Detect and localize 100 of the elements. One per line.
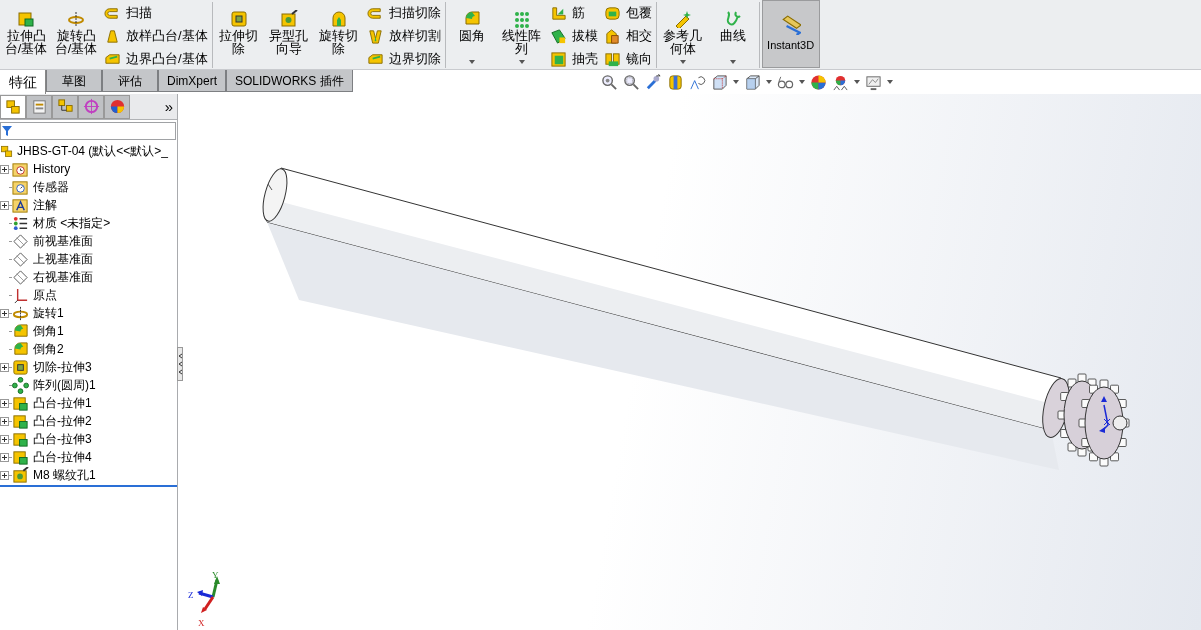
zoom-area-icon[interactable] — [623, 73, 640, 91]
ribbon-button[interactable]: 拉伸凸台/基体 — [2, 2, 50, 68]
expand-toggle[interactable] — [0, 398, 9, 408]
tree-item[interactable]: 材质 <未指定> — [33, 214, 111, 232]
tree-item[interactable]: 旋转1 — [33, 304, 64, 322]
tree-item[interactable]: 凸台-拉伸2 — [33, 412, 92, 430]
expand-toggle[interactable] — [0, 434, 9, 444]
ribbon-button[interactable]: 放样凸台/基体 — [104, 26, 208, 46]
tree-item[interactable]: History — [33, 160, 71, 178]
dynamic-annotation-icon[interactable] — [689, 73, 706, 91]
loft-icon — [104, 27, 121, 45]
monitor-icon[interactable] — [865, 73, 882, 91]
tree-item[interactable]: 传感器 — [33, 178, 69, 196]
ribbon-button[interactable]: 旋转切除 — [314, 2, 363, 68]
gauge-icon — [12, 178, 29, 196]
ribbon-button[interactable]: 镜向 — [603, 49, 652, 69]
ribbon-button[interactable]: 曲线 — [708, 2, 757, 68]
panel-tab[interactable] — [0, 94, 26, 119]
tree-item[interactable]: 上视基准面 — [33, 250, 93, 268]
dropdown-caret-icon — [518, 60, 525, 64]
ribbon-button[interactable]: 相交 — [603, 26, 652, 46]
tree-item[interactable]: 凸台-拉伸4 — [33, 448, 92, 466]
tree-item[interactable]: 前视基准面 — [33, 232, 93, 250]
axis-triad — [197, 576, 220, 613]
box-icon — [549, 50, 567, 68]
tree-item[interactable]: 倒角2 — [33, 340, 64, 358]
command-tab[interactable]: 评估 — [102, 70, 158, 92]
box-icon — [229, 10, 248, 28]
filter-icon — [2, 126, 12, 136]
list-icon — [12, 214, 29, 232]
dropdown-caret-icon — [854, 80, 860, 84]
tree-item[interactable]: 凸台-拉伸3 — [33, 430, 92, 448]
tree-item[interactable]: 原点 — [33, 286, 57, 304]
zoom-fit-icon[interactable] — [601, 73, 618, 91]
expand-toggle[interactable] — [0, 308, 9, 318]
ribbon-button[interactable]: 扫描切除 — [366, 3, 441, 23]
tree-item[interactable]: M8 螺纹孔1 — [33, 466, 96, 484]
tree-item[interactable]: 阵列(圆周)1 — [33, 376, 96, 394]
scene-icon[interactable] — [832, 73, 849, 91]
dots-grid-icon — [512, 10, 531, 28]
tree-root[interactable]: JHBS-GT-04 (默认<<默认>_ — [17, 142, 169, 160]
box-icon — [12, 394, 29, 412]
plane-icon — [12, 250, 29, 268]
ribbon-button[interactable]: 圆角 — [447, 2, 496, 68]
view-orientation-icon[interactable] — [711, 73, 728, 91]
origin-icon — [12, 286, 29, 304]
ribbon-button[interactable]: 边界切除 — [366, 49, 441, 69]
tree-item[interactable]: 切除-拉伸3 — [33, 358, 92, 376]
panel-tab[interactable] — [78, 94, 104, 119]
ribbon-button[interactable]: 抽壳 — [549, 49, 598, 69]
draft-icon — [549, 27, 567, 45]
reference-icon — [673, 10, 692, 28]
tree-item[interactable]: 倒角1 — [33, 322, 64, 340]
fillet-icon — [12, 322, 29, 340]
panel-tab[interactable] — [26, 94, 52, 119]
loft-icon — [366, 27, 384, 45]
plane-icon — [12, 268, 29, 286]
boxes-icon — [0, 144, 14, 158]
ribbon-button[interactable]: 拔模 — [549, 26, 598, 46]
dropdown-caret-icon — [887, 80, 893, 84]
tree-item[interactable]: 注解 — [33, 196, 57, 214]
dropdown-caret-icon — [733, 80, 739, 84]
boxes-icon — [4, 98, 22, 115]
letter-a-icon — [12, 196, 29, 214]
cube-icon[interactable] — [744, 73, 761, 91]
previous-view-icon[interactable] — [645, 73, 662, 91]
ribbon-button[interactable]: 异型孔向导 — [264, 2, 313, 68]
filter-field[interactable] — [0, 122, 176, 140]
expand-toggle[interactable] — [0, 164, 9, 174]
ribbon-button[interactable]: 扫描 — [104, 3, 208, 23]
section-view-icon[interactable] — [667, 73, 684, 91]
panel-tab[interactable] — [52, 94, 78, 119]
ribbon-button[interactable]: 参考几何体 — [658, 2, 707, 68]
instant3d-button[interactable]: Instant3D — [761, 0, 820, 68]
panel-tab[interactable] — [104, 94, 130, 119]
expand-toggle[interactable] — [0, 416, 9, 426]
expand-toggle[interactable] — [0, 200, 9, 210]
ribbon-button[interactable]: 边界凸台/基体 — [104, 49, 208, 69]
command-tab[interactable]: SOLIDWORKS 插件 — [226, 70, 353, 92]
command-tab[interactable]: DimXpert — [158, 70, 226, 92]
expand-toggle[interactable] — [0, 470, 9, 480]
command-tab[interactable]: 草图 — [46, 70, 102, 92]
color-ball-icon[interactable] — [810, 73, 827, 91]
ribbon-button[interactable]: 线性阵列 — [497, 2, 546, 68]
hole-icon — [279, 10, 298, 28]
ribbon-button[interactable]: 包覆 — [603, 3, 652, 23]
tree-item[interactable]: 凸台-拉伸1 — [33, 394, 92, 412]
ribbon-button[interactable]: 筋 — [549, 3, 598, 23]
ribbon-button[interactable]: 拉伸切除 — [214, 2, 263, 68]
axis-label: X — [198, 618, 205, 628]
box-icon — [603, 4, 621, 22]
dropdown-caret-icon — [799, 80, 805, 84]
box-icon — [12, 448, 29, 466]
expand-toggle[interactable] — [0, 362, 9, 372]
ribbon-button[interactable]: 旋转凸台/基体 — [52, 2, 100, 68]
revolve-icon — [12, 304, 29, 322]
tree-item[interactable]: 右视基准面 — [33, 268, 93, 286]
ribbon-button[interactable]: 放样切割 — [366, 26, 441, 46]
expand-toggle[interactable] — [0, 452, 9, 462]
more-button[interactable]: » — [164, 99, 173, 114]
